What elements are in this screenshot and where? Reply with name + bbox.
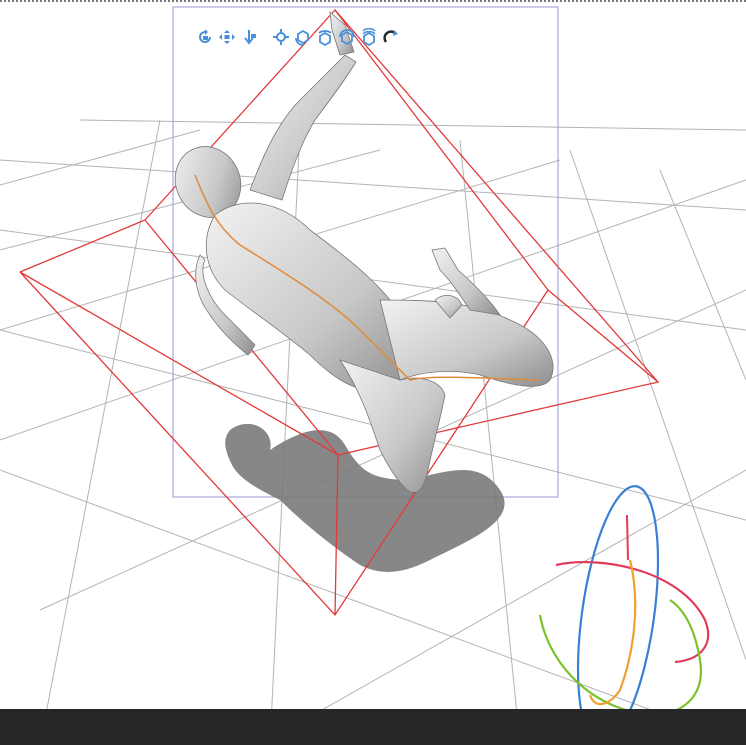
move-object-button[interactable] [272, 26, 290, 48]
pan-camera-icon [219, 30, 235, 44]
rotate-object-icon [295, 29, 309, 46]
rotate-camera-icon [199, 29, 211, 43]
floor-grid [0, 119, 746, 745]
snap-to-floor-icon [383, 30, 398, 43]
3d-figure[interactable] [164, 11, 554, 493]
move-object-icon [273, 29, 289, 45]
pan-camera-button[interactable] [218, 26, 236, 48]
rotate-camera-button[interactable] [196, 26, 214, 48]
move-camera-icon [244, 30, 256, 45]
gizmo-blue-ring[interactable] [564, 481, 671, 745]
figure-shadow [225, 423, 505, 572]
object-launcher-toolbar [196, 24, 400, 50]
rotate-object-y-button[interactable] [316, 26, 334, 48]
snap-to-floor-button[interactable] [382, 26, 400, 48]
gizmo-axis [626, 514, 629, 561]
move-camera-button[interactable] [240, 26, 258, 48]
bottom-panel [0, 709, 746, 745]
rotate-object-y-icon [318, 30, 332, 46]
rotation-gizmo[interactable] [538, 481, 710, 745]
rotate-object-z-button[interactable] [338, 26, 356, 48]
rotate-object-z-icon [339, 29, 355, 46]
3d-scene[interactable] [0, 0, 746, 745]
reset-pose-button[interactable] [360, 26, 378, 48]
gizmo-green-ring[interactable] [538, 599, 703, 717]
3d-viewport[interactable] [0, 0, 746, 745]
reset-pose-icon [362, 28, 376, 46]
gizmo-orange-ring[interactable] [588, 559, 637, 706]
rotate-object-button[interactable] [294, 26, 312, 48]
